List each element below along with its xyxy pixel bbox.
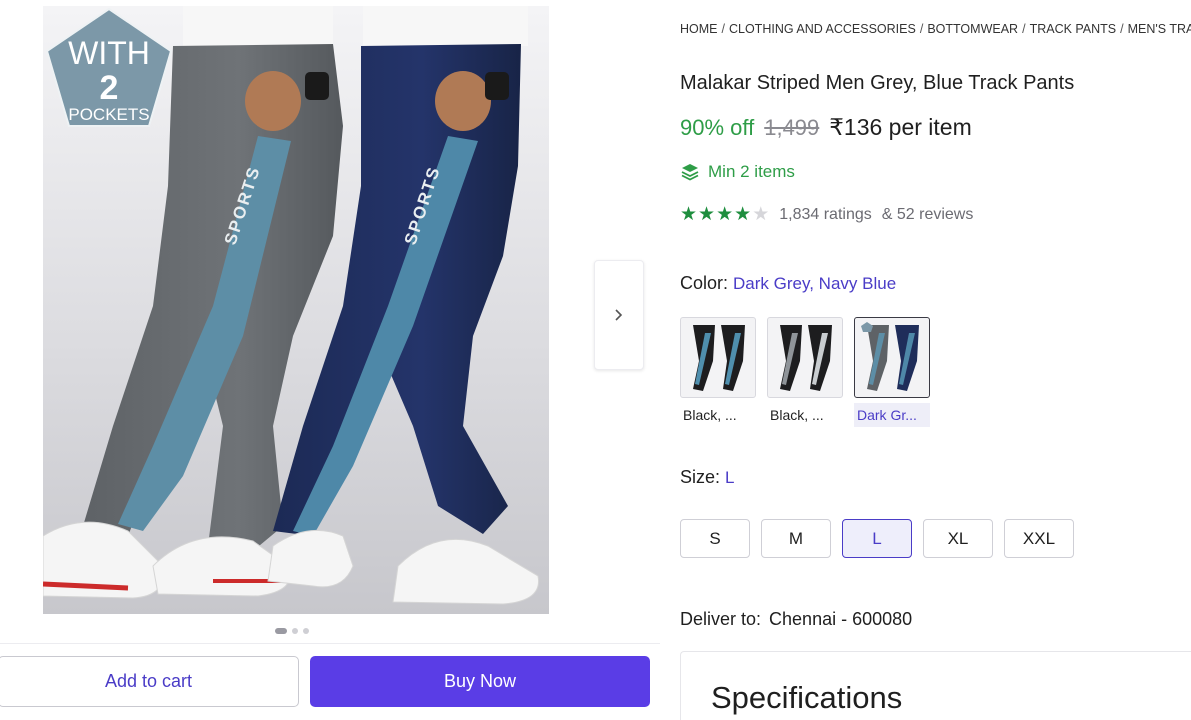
rating-summary[interactable]: ★ ★ ★ ★ ★ 1,834 ratings & 52 reviews [680, 205, 973, 224]
breadcrumb-home[interactable]: HOME [680, 22, 718, 36]
layers-icon [681, 164, 699, 181]
specifications-title: Specifications [711, 680, 903, 715]
color-option-2[interactable]: Black, ... [767, 317, 843, 427]
size-option-l[interactable]: L [842, 519, 912, 558]
breadcrumb-clothing[interactable]: CLOTHING AND ACCESSORIES [729, 22, 916, 36]
specifications-card: Specifications [680, 651, 1191, 720]
color-option-caption: Black, ... [683, 407, 737, 423]
color-option-caption: Black, ... [770, 407, 824, 423]
size-option-xxl[interactable]: XXL [1004, 519, 1074, 558]
buy-now-button[interactable]: Buy Now [310, 656, 650, 707]
next-image-button[interactable] [594, 260, 644, 370]
deliver-label: Deliver to: [680, 609, 762, 629]
product-main-image[interactable]: SPORTS SPORTS WITH 2 POCKETS [43, 6, 549, 614]
ratings-count: 1,834 ratings [779, 205, 872, 223]
size-options: S M L XL XXL [680, 519, 1074, 558]
discount-label: 90% off [680, 115, 755, 140]
star-icon: ★ [734, 204, 752, 225]
delivery-location[interactable]: Deliver to: Chennai - 600080 [680, 609, 912, 630]
size-option-s[interactable]: S [680, 519, 750, 558]
size-heading: Size: L [680, 467, 735, 488]
size-option-xl[interactable]: XL [923, 519, 993, 558]
image-pagination-dots [275, 628, 309, 634]
product-title: Malakar Striped Men Grey, Blue Track Pan… [680, 72, 1075, 94]
color-option-thumbnail [854, 317, 930, 398]
color-label: Color: [680, 273, 729, 293]
badge-line-2: 2 [100, 69, 119, 107]
size-label: Size: [680, 467, 721, 487]
price-row: 90% off 1,499 ₹136 per item [680, 114, 972, 141]
pagination-dot[interactable] [275, 628, 287, 634]
reviews-count: & 52 reviews [881, 205, 974, 223]
breadcrumb-mens-track-pants[interactable]: MEN'S TRA [1128, 22, 1191, 36]
star-icon: ★ [680, 204, 698, 225]
star-empty-icon: ★ [752, 204, 770, 225]
pagination-dot[interactable] [303, 628, 309, 634]
star-icon: ★ [716, 204, 734, 225]
color-option-thumbnail [767, 317, 843, 398]
color-option-caption: Dark Gr... [854, 403, 930, 427]
color-options: Black, ... Black, ... Dark Gr... [680, 317, 930, 427]
original-price: 1,499 [764, 115, 820, 140]
pagination-dot[interactable] [292, 628, 298, 634]
selling-price: ₹136 per item [829, 114, 972, 140]
purchase-action-bar: Add to cart Buy Now [0, 643, 660, 720]
track-pants-photo: SPORTS SPORTS WITH 2 POCKETS [43, 6, 540, 605]
breadcrumb: HOME / CLOTHING AND ACCESSORIES / BOTTOMWEAR… [680, 22, 1191, 36]
star-icon: ★ [698, 204, 716, 225]
color-heading: Color: Dark Grey, Navy Blue [680, 273, 896, 294]
breadcrumb-bottomwear[interactable]: BOTTOMWEAR [927, 22, 1018, 36]
badge-line-3: POCKETS [68, 105, 149, 124]
selected-size: L [725, 468, 735, 487]
chevron-right-icon [615, 309, 623, 321]
selected-color: Dark Grey, Navy Blue [733, 274, 897, 293]
star-rating: ★ ★ ★ ★ ★ [680, 205, 769, 224]
color-option-3[interactable]: Dark Gr... [854, 317, 930, 427]
product-details: HOME / CLOTHING AND ACCESSORIES / BOTTOMWEAR… [680, 0, 1191, 720]
breadcrumb-track-pants[interactable]: TRACK PANTS [1030, 22, 1117, 36]
min-items-text: Min 2 items [708, 162, 795, 181]
product-gallery: SPORTS SPORTS WITH 2 POCKETS Add to cart… [0, 0, 660, 720]
size-option-m[interactable]: M [761, 519, 831, 558]
min-items-badge: Min 2 items [680, 162, 795, 182]
badge-line-1: WITH [68, 35, 150, 71]
delivery-address: Chennai - 600080 [769, 609, 913, 629]
add-to-cart-button[interactable]: Add to cart [0, 656, 299, 707]
color-option-1[interactable]: Black, ... [680, 317, 756, 427]
color-option-thumbnail [680, 317, 756, 398]
